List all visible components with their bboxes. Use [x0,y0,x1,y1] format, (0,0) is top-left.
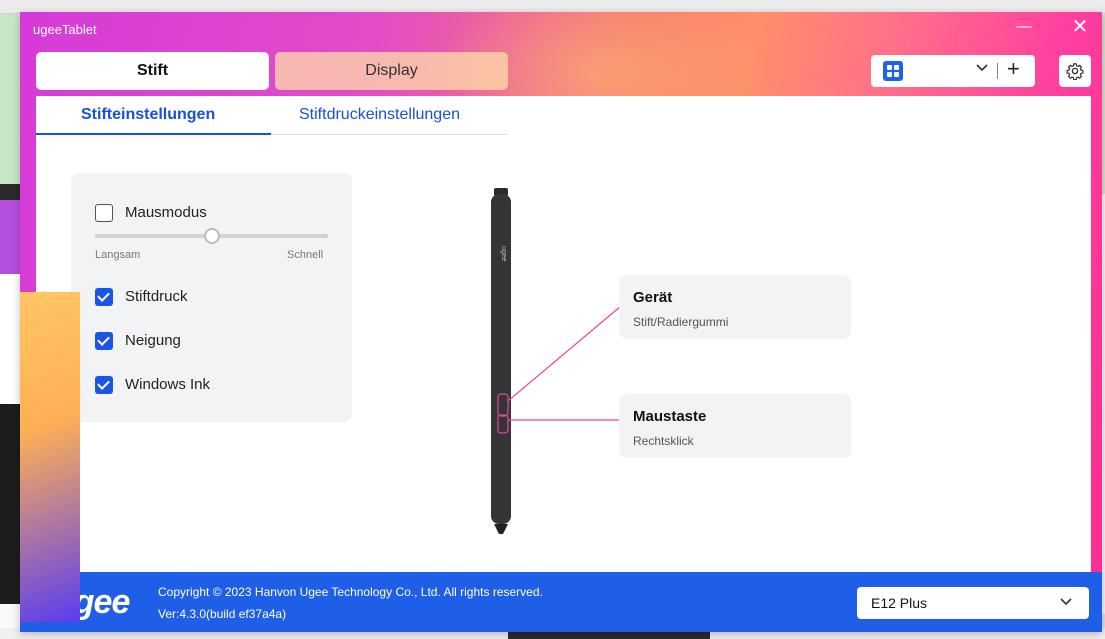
pen-tip [494,524,508,534]
title-bar[interactable]: ugeeTablet — ✕ [20,12,1102,48]
divider [997,63,998,79]
ugee-logo: ugee [54,583,130,621]
device-model-select[interactable]: E12 Plus [857,587,1089,619]
footer-bar: ugee Copyright © 2023 Hanvon Ugee Techno… [20,572,1102,632]
tab-stift[interactable]: Stift [36,52,269,90]
callout-device[interactable]: Gerät Stift/Radiergummi [619,275,851,339]
main-content: Stifteinstellungen Stiftdruckeinstellung… [36,96,1091,572]
chevron-down-icon [1059,594,1073,611]
callout-device-value: Stift/Radiergummi [633,315,729,329]
callout-mouse-button-title: Maustaste [633,408,707,425]
app-title: ugeeTablet [33,22,97,37]
app-window: ugeeTablet — ✕ Stift Display + Stifteins… [20,12,1102,632]
callout-device-title: Gerät [633,289,673,306]
gear-icon [1066,63,1084,81]
chevron-down-icon[interactable] [975,60,989,78]
add-profile-button[interactable]: + [1007,56,1020,82]
callout-mouse-button-value: Rechtsklick [633,434,694,448]
settings-button[interactable] [1059,55,1091,87]
background-desktop-left [0,14,20,639]
pen-diagram: ugee [491,188,622,534]
pen-brand-text: ugee [500,246,507,262]
app-profile-selector[interactable]: + [871,55,1035,87]
callout-mouse-button[interactable]: Maustaste Rechtsklick [619,394,851,458]
copyright-text: Copyright © 2023 Hanvon Ugee Technology … [158,585,543,599]
tab-display[interactable]: Display [275,52,508,90]
minimize-button[interactable]: — [1012,18,1036,38]
close-button[interactable]: ✕ [1068,16,1092,38]
callout-line-device [507,305,622,402]
pen-body[interactable] [491,194,511,524]
version-text: Ver:4.3.0(build ef37a4a) [158,607,287,621]
device-model-value: E12 Plus [871,595,928,611]
grid-icon [883,61,903,81]
